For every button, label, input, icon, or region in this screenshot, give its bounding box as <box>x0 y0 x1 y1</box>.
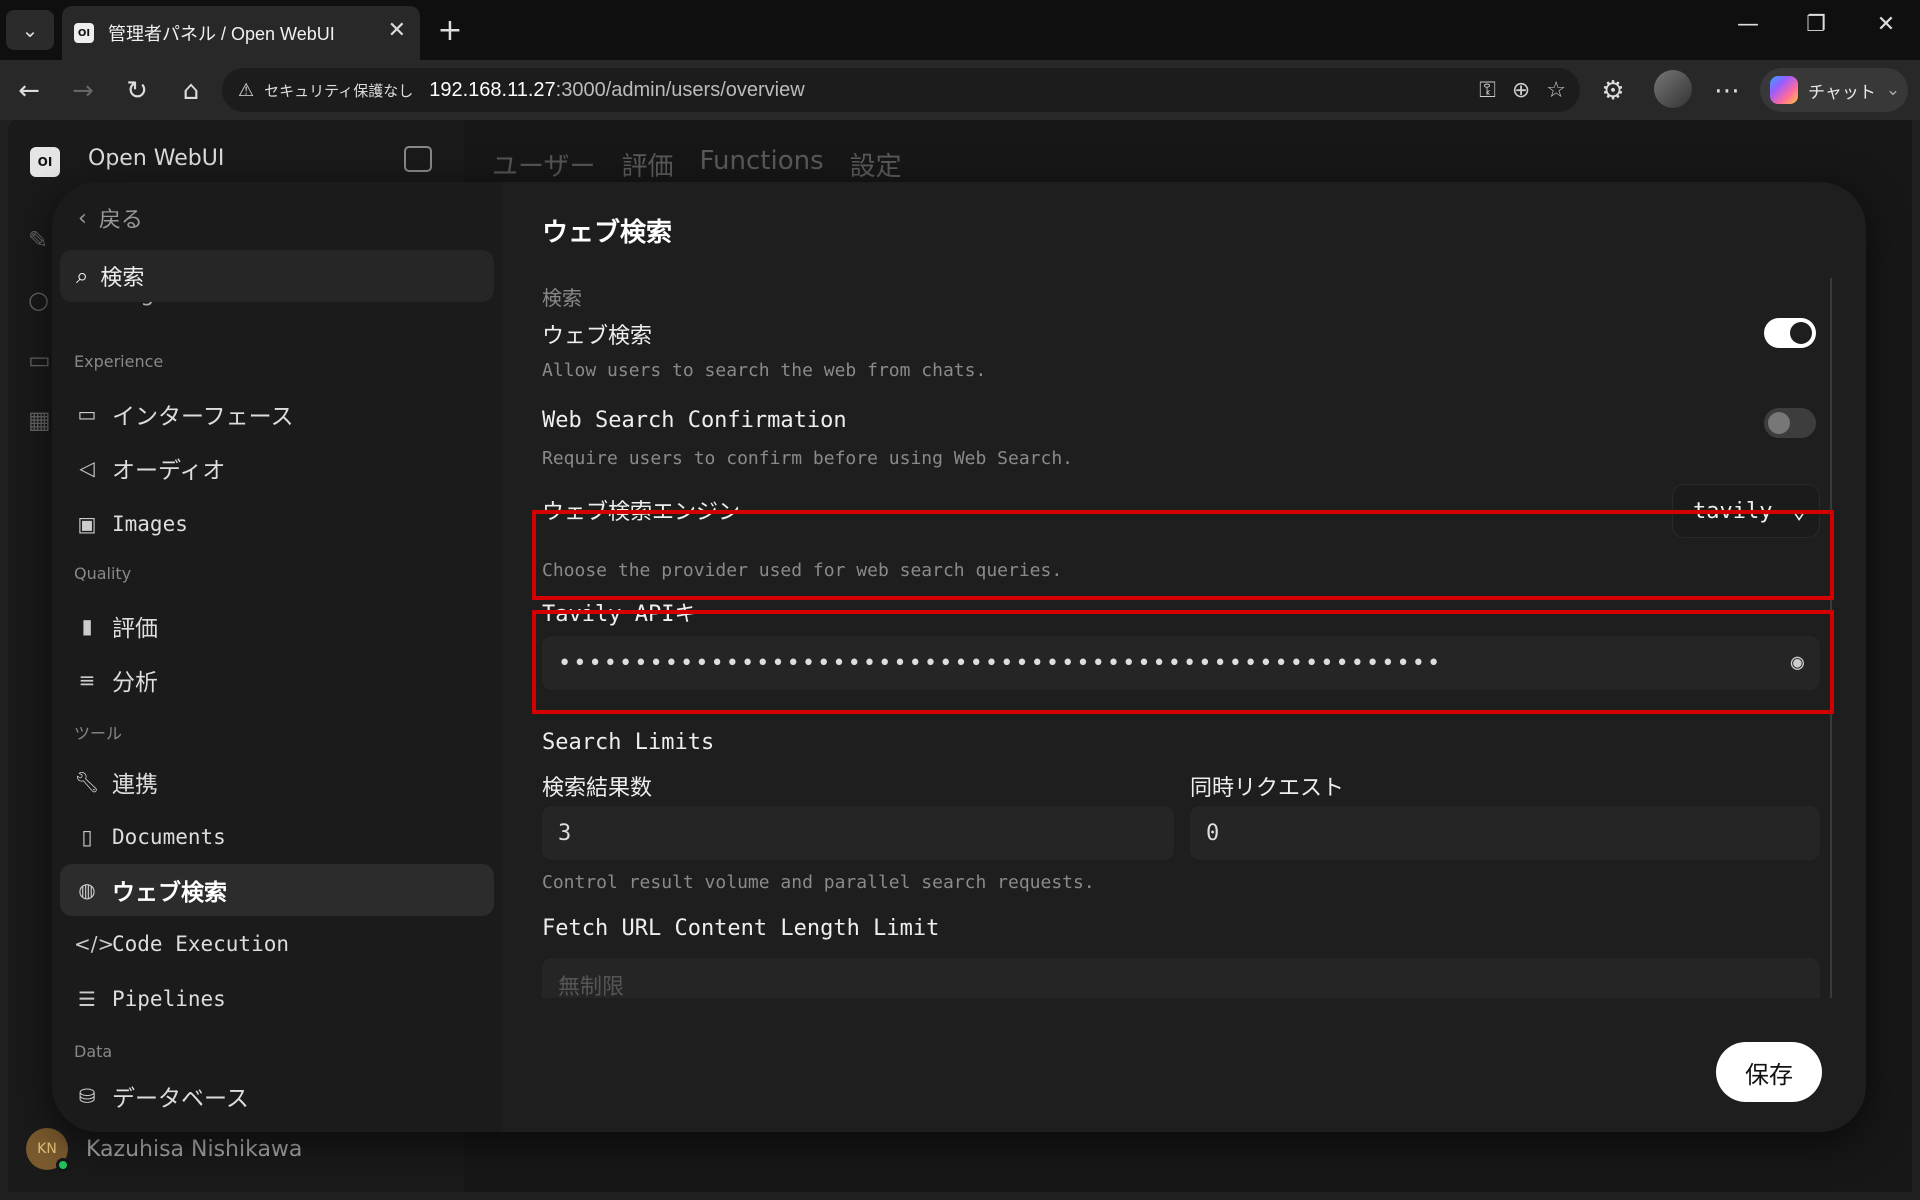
close-tab-icon[interactable]: ✕ <box>388 18 406 43</box>
search-icon: ⌕ <box>76 263 89 289</box>
globe-icon: ◍ <box>78 878 96 902</box>
minimize-icon[interactable]: — <box>1728 12 1768 37</box>
database-icon: ⛁ <box>78 1084 96 1108</box>
copilot-chat-button[interactable]: チャット ⌄ <box>1760 68 1908 112</box>
concurrent-input[interactable]: 0 <box>1190 806 1820 860</box>
app-name: Open WebUI <box>88 146 225 171</box>
highlight-engine-box <box>532 510 1834 600</box>
zoom-icon[interactable]: ⊕ <box>1512 78 1530 103</box>
nav-item-images[interactable]: ▣ Images <box>60 498 494 550</box>
chevron-left-icon: ‹ <box>78 205 87 231</box>
fetch-limit-input[interactable]: 無制限 <box>542 958 1820 998</box>
browser-tab[interactable]: OI 管理者パネル / Open WebUI ✕ <box>62 6 420 60</box>
settings-nav: ‹戻る Sub agents ⌕ 検索 Experience ▭インターフェース… <box>52 182 502 1132</box>
speaker-icon: ◁ <box>79 456 95 480</box>
chat-label: チャット <box>1808 82 1876 103</box>
chevron-down-icon: ⌄ <box>1885 80 1901 100</box>
tab-evaluations[interactable]: 評価 <box>621 146 673 183</box>
online-status-dot <box>56 1158 70 1172</box>
tab-actions-button[interactable]: ⌄ <box>6 10 54 50</box>
edit-icon[interactable]: ✎ <box>28 210 51 270</box>
url-text: 192.168.11.27:3000/admin/users/overview <box>429 78 805 101</box>
nav-item-interface[interactable]: ▭ インターフェース <box>60 388 494 440</box>
more-icon[interactable]: ⋯ <box>1710 74 1744 108</box>
nav-item-integrations[interactable]: 🔧︎ 連携 <box>60 756 494 808</box>
result-count-input[interactable]: 3 <box>542 806 1174 860</box>
tab-title: 管理者パネル / Open WebUI <box>108 24 335 44</box>
web-search-enable-label: ウェブ検索 <box>542 324 653 349</box>
restore-icon[interactable]: ❐ <box>1796 12 1836 37</box>
close-window-icon[interactable]: ✕ <box>1866 12 1906 37</box>
admin-tabs: ユーザー 評価 Functions 設定 <box>492 146 902 183</box>
browser-tab-bar: ⌄ OI 管理者パネル / Open WebUI ✕ + — ❐ ✕ <box>0 0 1920 60</box>
wrench-icon: 🔧︎ <box>74 770 100 794</box>
settings-modal: ‹戻る Sub agents ⌕ 検索 Experience ▭インターフェース… <box>52 182 1866 1132</box>
limits-desc: Control result volume and parallel searc… <box>542 872 1095 893</box>
star-icon[interactable]: ☆ <box>1546 78 1566 103</box>
nav-item-evaluations[interactable]: ▮ 評価 <box>60 600 494 652</box>
result-count-label: 検索結果数 <box>542 776 653 801</box>
web-search-toggle[interactable] <box>1764 318 1816 348</box>
settings-search-input[interactable]: ⌕ 検索 <box>60 250 494 302</box>
new-tab-button[interactable]: + <box>432 10 468 50</box>
search-limits-heading: Search Limits <box>542 730 715 755</box>
nav-item-code-execution[interactable]: </> Code Execution <box>60 918 494 970</box>
concurrent-label: 同時リクエスト <box>1190 776 1345 801</box>
back-arrow-icon[interactable]: ← <box>12 74 46 108</box>
favicon: OI <box>74 23 94 43</box>
home-icon[interactable]: ⌂ <box>174 74 208 108</box>
section-experience: Experience <box>74 352 164 371</box>
bar-chart-icon: ▮ <box>81 614 93 638</box>
sidebar-toggle-icon[interactable] <box>404 146 432 172</box>
sort-up-icon: ≡ <box>78 668 96 692</box>
nav-item-documents[interactable]: ▯ Documents <box>60 811 494 863</box>
section-tools: ツール <box>74 724 123 743</box>
forward-arrow-icon[interactable]: → <box>66 74 100 108</box>
nav-item-analytics[interactable]: ≡ 分析 <box>60 654 494 706</box>
warning-icon: ⚠ <box>238 79 255 101</box>
app-logo: OI <box>30 147 60 177</box>
image-icon: ▣ <box>77 512 97 536</box>
web-search-enable-desc: Allow users to search the web from chats… <box>542 360 987 381</box>
save-button[interactable]: 保存 <box>1716 1042 1822 1102</box>
tab-users[interactable]: ユーザー <box>492 146 595 183</box>
document-icon: ▯ <box>81 825 93 849</box>
nav-item-pipelines[interactable]: ☰ Pipelines <box>60 973 494 1025</box>
user-avatar: KN <box>26 1128 70 1172</box>
tab-functions[interactable]: Functions <box>700 146 824 183</box>
address-bar[interactable]: ⚠ セキュリティ保護なし 192.168.11.27:3000/admin/us… <box>222 68 1580 112</box>
code-icon: </> <box>74 932 115 956</box>
profile-avatar[interactable] <box>1654 70 1692 108</box>
search-icon[interactable]: ○ <box>28 270 51 330</box>
notes-icon[interactable]: ▭ <box>28 330 51 390</box>
tab-settings[interactable]: 設定 <box>850 146 902 183</box>
confirmation-desc: Require users to confirm before using We… <box>542 448 1074 469</box>
user-name: Kazuhisa Nishikawa <box>86 1136 303 1162</box>
section-search: 検索 <box>542 286 582 310</box>
key-icon[interactable]: ⚿ <box>1479 78 1496 103</box>
workspace-icon[interactable]: ▦ <box>28 390 51 450</box>
sidebar-peek-icons: ✎ ○ ▭ ▦ <box>28 210 51 450</box>
browser-nav-bar: ← → ↻ ⌂ ⚠ セキュリティ保護なし 192.168.11.27:3000/… <box>0 60 1920 120</box>
confirmation-toggle[interactable] <box>1764 408 1816 438</box>
security-label: セキュリティ保護なし <box>264 82 414 100</box>
web-search-settings: ウェブ検索 検索 ウェブ検索 Allow users to search the… <box>502 182 1866 1132</box>
nav-item-web-search[interactable]: ◍ ウェブ検索 <box>60 864 494 916</box>
list-icon: ☰ <box>78 987 96 1011</box>
page-title: ウェブ検索 <box>542 218 673 248</box>
nav-item-audio[interactable]: ◁ オーディオ <box>60 442 494 494</box>
back-button[interactable]: ‹ 戻る <box>78 202 143 234</box>
extensions-icon[interactable]: ⚙ <box>1596 74 1630 108</box>
section-data: Data <box>74 1042 113 1061</box>
chevron-down-icon: ⌄ <box>21 18 39 42</box>
fetch-limit-label: Fetch URL Content Length Limit <box>542 916 940 941</box>
user-menu[interactable]: KN Kazuhisa Nishikawa <box>26 1128 303 1172</box>
monitor-icon: ▭ <box>77 402 97 426</box>
highlight-api-key-box <box>532 610 1834 714</box>
nav-item-database[interactable]: ⛁ データベース <box>60 1070 494 1122</box>
refresh-icon[interactable]: ↻ <box>120 74 154 108</box>
confirmation-label: Web Search Confirmation <box>542 408 847 433</box>
section-quality: Quality <box>74 564 132 583</box>
copilot-icon <box>1770 76 1798 104</box>
